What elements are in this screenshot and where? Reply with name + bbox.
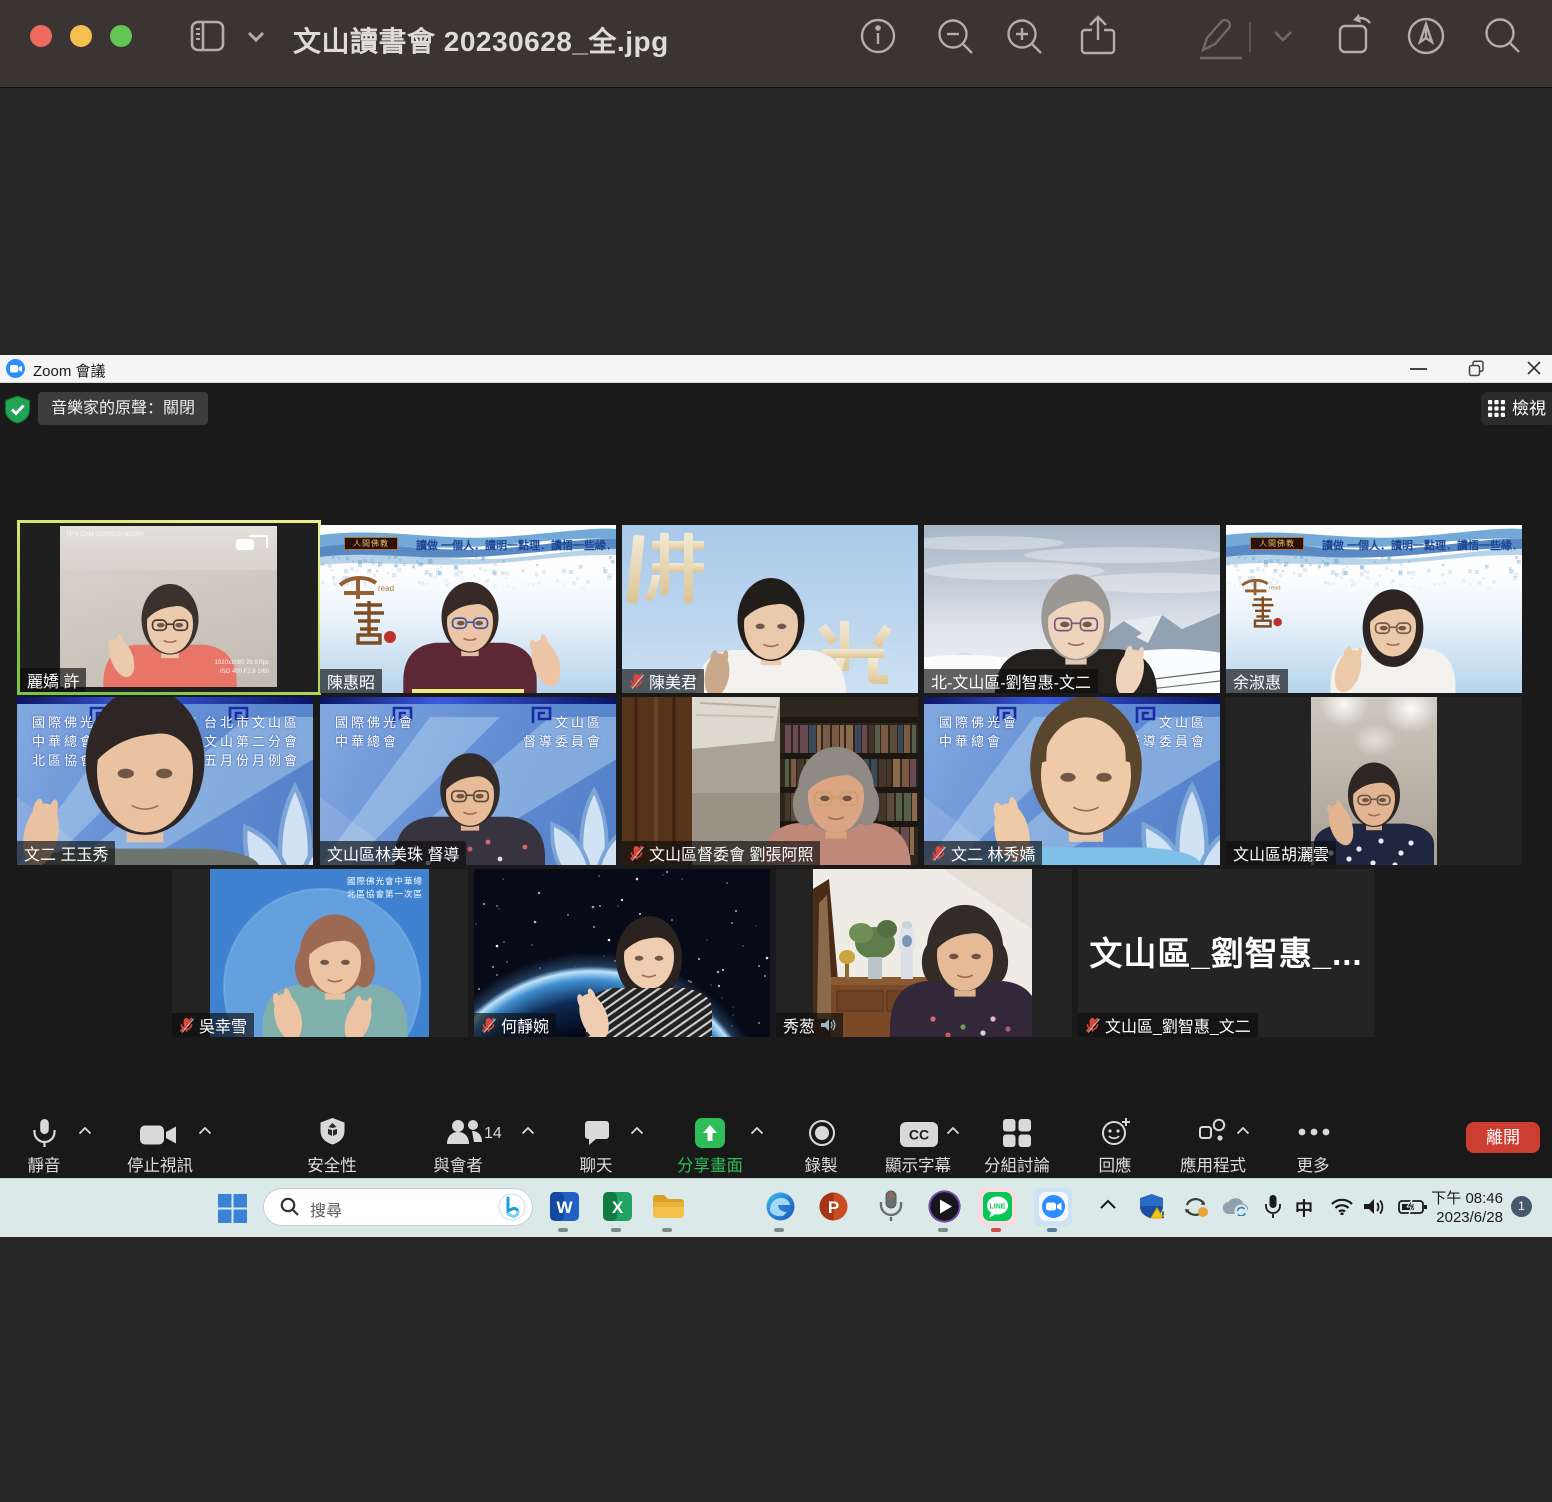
svg-text:X: X bbox=[612, 1198, 624, 1217]
svg-text:LINE: LINE bbox=[990, 1204, 1006, 1211]
svg-text:W: W bbox=[556, 1198, 573, 1217]
svg-text:P: P bbox=[828, 1198, 839, 1217]
svg-text:CC: CC bbox=[909, 1127, 929, 1143]
